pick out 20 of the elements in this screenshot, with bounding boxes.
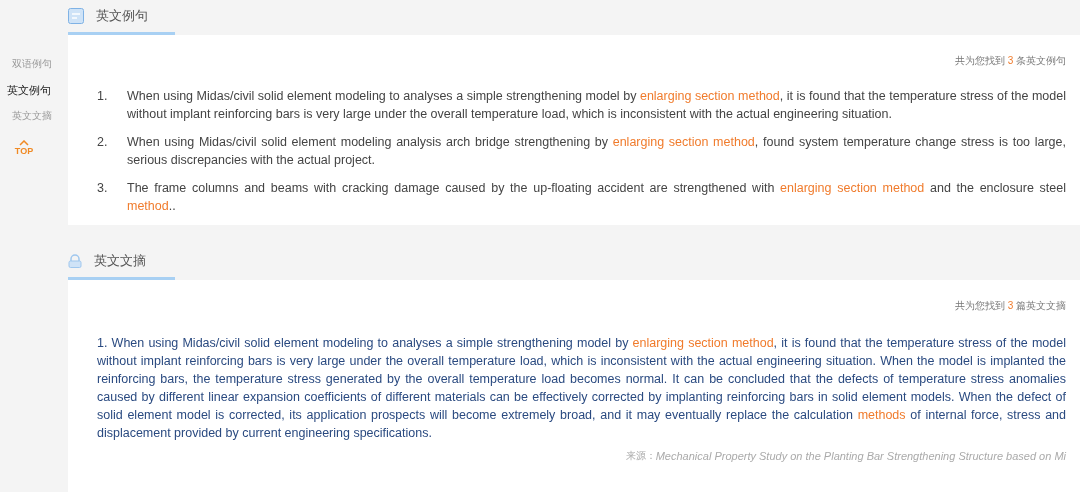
list-number: 2.	[97, 134, 109, 151]
sidebar-item[interactable]: 双语例句	[12, 56, 52, 72]
back-to-top-button[interactable]: TOP	[14, 140, 34, 156]
image-icon	[68, 8, 84, 24]
source-label: 来源：	[625, 449, 656, 463]
sidebar-item[interactable]: 英文例句	[7, 82, 51, 98]
lock-icon	[68, 254, 82, 268]
abstract-paragraph: 1. When using Midas/civil solid element modeling to analyses a simple strengthening model by enlarging section method, it is found that the temperature stress of the model without implant reinforcing bars is very large under the overall temperature load, which is inconsistent with the actual engineering situation. When the model is implanted the reinforcing bars, the temperature stress generated by the overall temperature load becomes normal. It can be concluded that the defects of temperature stress anomalies caused by different linear expansion coefficients of different materials can be effectively corrected by implanting reinforcing bars in solid element models. When the defect of solid element model is corrected, its application prospects will become extremely broad, and it may eventually replace the calculation methods of internal force, stress and displacement provided by current engineering specifications.	[97, 335, 1066, 442]
result-count: 共为您找到 3 篇英文文摘	[954, 299, 1066, 313]
example-sentence: The frame columns and beams with cracking damage caused by the up-floating accident are strengthened with enlarging section method and the enclosure steel method..	[127, 180, 1066, 215]
result-count: 共为您找到 3 条英文例句	[954, 54, 1066, 68]
list-number: 1.	[97, 88, 109, 105]
section-title: 英文文摘	[94, 252, 146, 271]
caret-up-icon	[19, 140, 29, 146]
example-sentence: When using Midas/civil solid element modeling analysis arch bridge strengthening by enlarging section method, found system temperature change stress is too large, serious discrepancies with the actual project.	[127, 134, 1066, 169]
example-sentence: When using Midas/civil solid element modeling to analyses a simple strengthening model by enlarging section method, it is found that the temperature stress of the model without implant reinforcing bars is very large under the overall temperature load, which is inconsistent with the actual engineering situation.	[127, 88, 1066, 123]
source-title[interactable]: Mechanical Property Study on the Planting Bar Strengthening Structure based on Mi	[655, 448, 1066, 465]
sidebar-item[interactable]: 英文文摘	[12, 108, 52, 124]
section-title: 英文例句	[96, 7, 148, 26]
list-number: 3.	[97, 180, 109, 197]
